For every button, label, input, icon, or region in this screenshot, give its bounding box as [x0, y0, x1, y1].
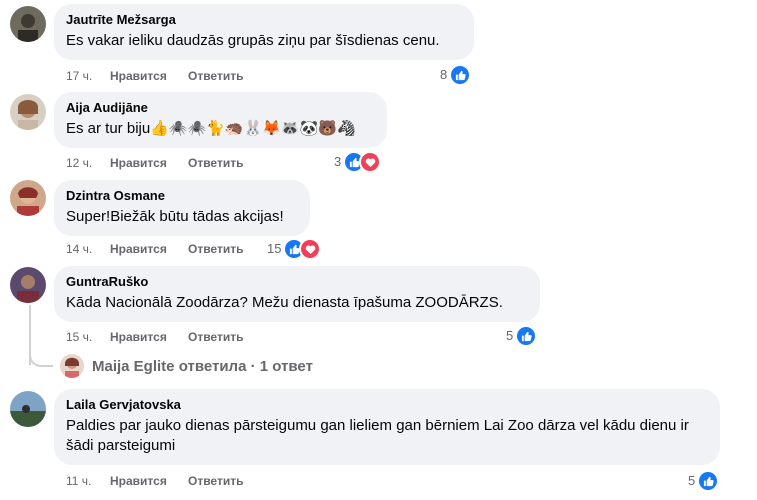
comment-bubble: Aija Audijāne Es ar tur biju👍🕷️🕷️🐈🦔🐰🦊🦝🐼🐻…: [54, 92, 387, 148]
reply-button[interactable]: Ответить: [188, 241, 243, 257]
avatar[interactable]: [10, 267, 46, 303]
like-button[interactable]: Нравится: [110, 155, 188, 171]
reaction-summary[interactable]: 5: [506, 325, 538, 347]
comment-author[interactable]: Dzintra Osmane: [66, 188, 298, 204]
comment-bubble: Dzintra Osmane Super!Biežāk būtu tādas a…: [54, 180, 310, 236]
comment-author[interactable]: Jautrīte Mežsarga: [66, 12, 462, 28]
comment-actions: 14 ч. Нравится Ответить: [66, 241, 243, 257]
reply-button[interactable]: Ответить: [188, 68, 243, 84]
reply-button[interactable]: Ответить: [188, 473, 243, 489]
comment-time[interactable]: 14 ч.: [66, 241, 110, 257]
thread-connector: [29, 345, 53, 367]
like-button[interactable]: Нравится: [110, 329, 188, 345]
avatar: [60, 354, 84, 378]
comment-text: Super!Biežāk būtu tādas akcijas!: [66, 208, 284, 225]
like-button[interactable]: Нравится: [110, 68, 188, 84]
reply-button[interactable]: Ответить: [188, 155, 243, 171]
reaction-count: 5: [688, 473, 696, 488]
reaction-count: 3: [334, 154, 342, 169]
comment-author[interactable]: Laila Gervjatovska: [66, 397, 708, 413]
comment-actions: 11 ч. Нравится Ответить: [66, 473, 243, 489]
reaction-count: 8: [440, 67, 448, 82]
reaction-count: 15: [267, 241, 282, 256]
comment-bubble: Laila Gervjatovska Paldies par jauko die…: [54, 389, 720, 465]
love-icon: [359, 151, 382, 173]
comment-author[interactable]: Aija Audijāne: [66, 100, 375, 116]
comment-author[interactable]: GuntraRuško: [66, 274, 528, 290]
reaction-count: 5: [506, 328, 514, 343]
comment-text: Es vakar ieliku daudzās grupās ziņu par …: [66, 32, 440, 49]
comment-text: Kāda Nacionālā Zoodārza? Mežu dienasta ī…: [66, 294, 503, 311]
avatar[interactable]: [10, 391, 46, 427]
reaction-summary[interactable]: 15: [267, 238, 322, 260]
view-replies-link[interactable]: Maija Eglite ответила · 1 ответ: [60, 354, 313, 378]
comment-actions: 15 ч. Нравится Ответить: [66, 329, 243, 345]
comment-time[interactable]: 11 ч.: [66, 473, 110, 489]
avatar[interactable]: [10, 6, 46, 42]
comment-text: Es ar tur biju👍🕷️🕷️🐈🦔🐰🦊🦝🐼🐻🦓: [66, 120, 356, 137]
like-icon: [697, 470, 720, 492]
comment-bubble: Jautrīte Mežsarga Es vakar ieliku daudzā…: [54, 4, 474, 60]
love-icon: [299, 238, 322, 260]
reaction-summary[interactable]: 8: [440, 64, 472, 86]
like-icon: [449, 64, 472, 86]
comment-time[interactable]: 15 ч.: [66, 329, 110, 345]
reaction-summary[interactable]: 3: [334, 151, 382, 173]
comment-bubble: GuntraRuško Kāda Nacionālā Zoodārza? Mež…: [54, 266, 540, 322]
comment-actions: 12 ч. Нравится Ответить: [66, 155, 243, 171]
like-button[interactable]: Нравится: [110, 241, 188, 257]
comment-text: Paldies par jauko dienas pārsteigumu gan…: [66, 417, 689, 454]
reply-thread-text: Maija Eglite ответила · 1 ответ: [92, 357, 313, 375]
reaction-summary[interactable]: 5: [688, 470, 720, 492]
reply-button[interactable]: Ответить: [188, 329, 243, 345]
comment-actions: 17 ч. Нравится Ответить: [66, 68, 243, 84]
like-icon: [515, 325, 538, 347]
comment-time[interactable]: 12 ч.: [66, 155, 110, 171]
avatar[interactable]: [10, 180, 46, 216]
comment-time[interactable]: 17 ч.: [66, 68, 110, 84]
avatar[interactable]: [10, 94, 46, 130]
like-button[interactable]: Нравится: [110, 473, 188, 489]
